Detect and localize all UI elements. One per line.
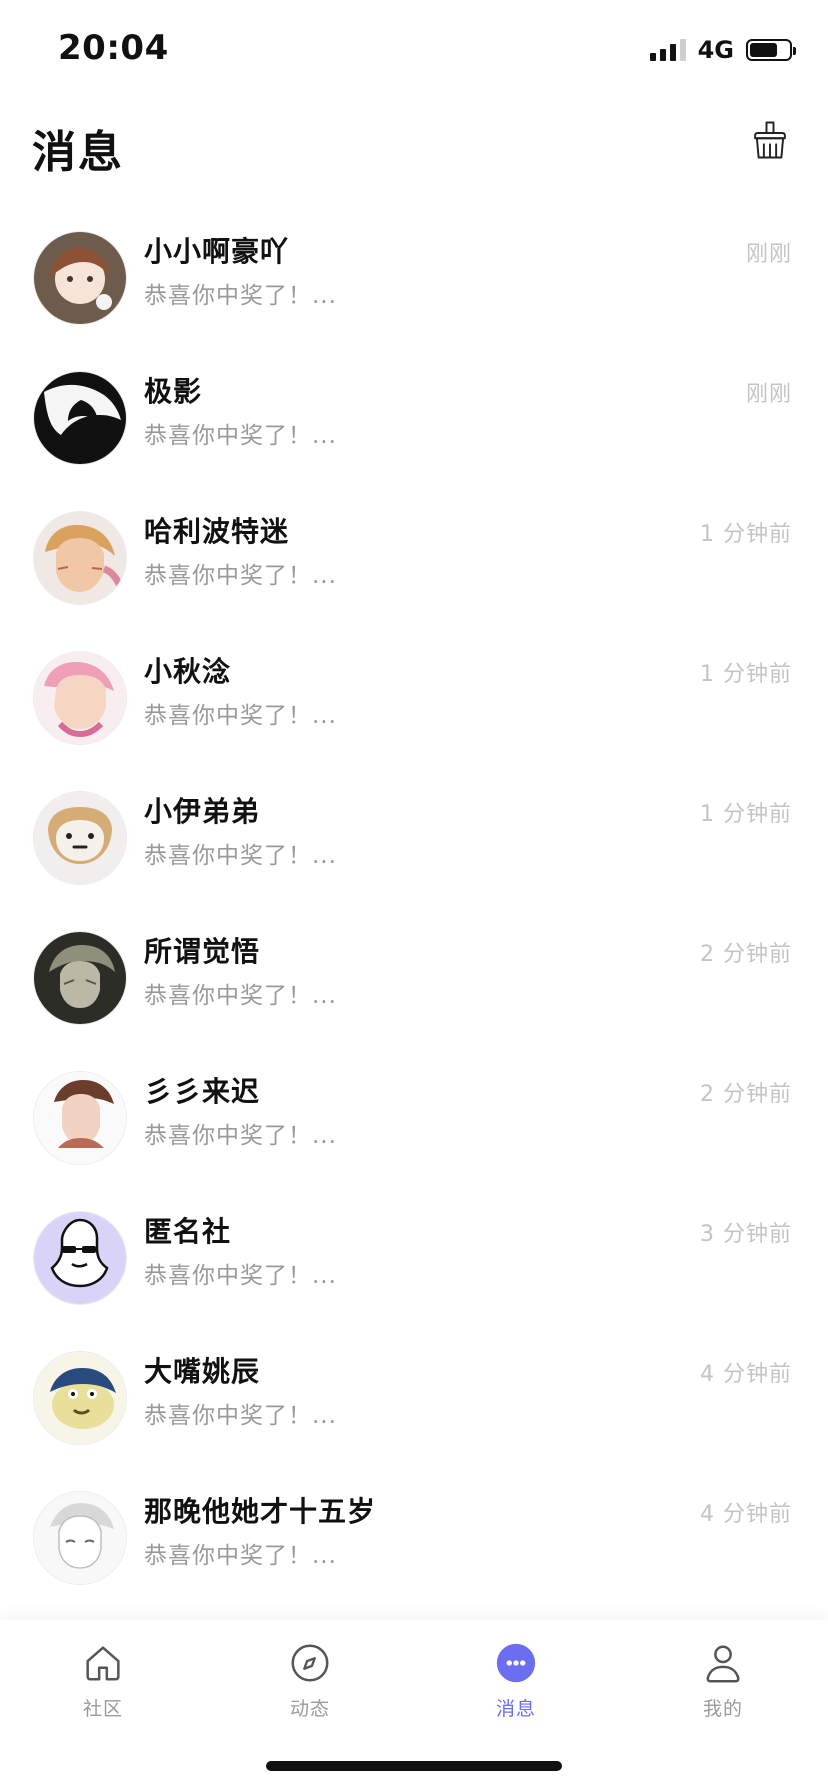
- avatar: [34, 232, 126, 324]
- avatar: [34, 1072, 126, 1164]
- message-name: 匿名社: [144, 1215, 232, 1248]
- tab-label: 社区: [82, 1698, 123, 1720]
- message-name: 彡彡来迟: [144, 1075, 261, 1108]
- status-time: 20:04: [58, 28, 169, 68]
- signal-icon: [649, 39, 686, 61]
- tab-messages[interactable]: 消息: [456, 1640, 576, 1736]
- message-name: 那晚他她才十五岁: [144, 1495, 377, 1528]
- message-preview: 恭喜你中奖了！...: [144, 1403, 337, 1429]
- tab-mine[interactable]: 我的: [663, 1640, 783, 1736]
- profile-icon: [706, 1645, 740, 1683]
- message-item[interactable]: 大嘴姚辰 恭喜你中奖了！... 4 分钟前: [0, 1330, 828, 1470]
- message-item[interactable]: 小秋淰 恭喜你中奖了！... 1 分钟前: [0, 630, 828, 770]
- message-time: 4 分钟前: [700, 1362, 792, 1387]
- message-time: 1 分钟前: [700, 522, 792, 547]
- compass-icon: [291, 1644, 329, 1682]
- status-bar: 20:04 4G: [0, 0, 828, 100]
- message-time: 2 分钟前: [700, 1082, 792, 1107]
- message-preview: 恭喜你中奖了！...: [144, 1543, 337, 1569]
- avatar: [34, 792, 126, 884]
- message-preview: 恭喜你中奖了！...: [144, 983, 337, 1009]
- message-item[interactable]: 小伊弟弟 恭喜你中奖了！... 1 分钟前: [0, 770, 828, 910]
- tab-label: 动态: [289, 1698, 330, 1720]
- avatar: [34, 1212, 126, 1304]
- tab-label: 消息: [495, 1698, 536, 1720]
- avatar: [34, 932, 126, 1024]
- message-preview: 恭喜你中奖了！...: [144, 423, 337, 449]
- status-right: 4G: [649, 36, 796, 64]
- message-preview: 恭喜你中奖了！...: [144, 703, 337, 729]
- message-icon: [496, 1643, 536, 1683]
- message-time: 刚刚: [745, 242, 792, 267]
- message-item[interactable]: 匿名社 恭喜你中奖了！... 3 分钟前: [0, 1190, 828, 1330]
- message-name: 哈利波特迷: [144, 515, 290, 548]
- message-time: 刚刚: [745, 382, 792, 407]
- home-indicator: [266, 1761, 562, 1771]
- message-time: 1 分钟前: [700, 802, 792, 827]
- message-item[interactable]: [0, 1610, 828, 1620]
- message-preview: 恭喜你中奖了！...: [144, 843, 337, 869]
- message-name: 小伊弟弟: [144, 795, 261, 828]
- message-name: 所谓觉悟: [144, 935, 261, 968]
- broom-icon: [754, 121, 786, 159]
- home-icon: [86, 1646, 120, 1681]
- page-title: 消息: [32, 127, 124, 178]
- message-preview: 恭喜你中奖了！...: [144, 1123, 337, 1149]
- message-time: 3 分钟前: [700, 1222, 792, 1247]
- message-time: 1 分钟前: [700, 662, 792, 687]
- message-item[interactable]: 那晚他她才十五岁 恭喜你中奖了！... 4 分钟前: [0, 1470, 828, 1610]
- message-name: 极影: [144, 375, 203, 408]
- network-label: 4G: [697, 36, 734, 64]
- message-item[interactable]: 彡彡来迟 恭喜你中奖了！... 2 分钟前: [0, 1050, 828, 1190]
- message-time: 4 分钟前: [700, 1502, 792, 1527]
- message-name: 小小啊豪吖: [144, 235, 290, 268]
- avatar: [34, 652, 126, 744]
- message-list: 小小啊豪吖 恭喜你中奖了！... 刚刚 极影 恭喜你中奖了！... 刚刚 哈利波…: [0, 210, 828, 1620]
- header: 消息: [0, 100, 828, 210]
- message-item[interactable]: 所谓觉悟 恭喜你中奖了！... 2 分钟前: [0, 910, 828, 1050]
- message-name: 小秋淰: [144, 655, 232, 688]
- avatar: [34, 372, 126, 464]
- message-time: 2 分钟前: [700, 942, 792, 967]
- message-item[interactable]: 小小啊豪吖 恭喜你中奖了！... 刚刚: [0, 210, 828, 350]
- avatar: [34, 512, 126, 604]
- message-item[interactable]: 极影 恭喜你中奖了！... 刚刚: [0, 350, 828, 490]
- message-preview: 恭喜你中奖了！...: [144, 1263, 337, 1289]
- message-name: 大嘴姚辰: [144, 1355, 261, 1388]
- clear-messages-button[interactable]: [746, 116, 794, 164]
- tab-feed[interactable]: 动态: [250, 1640, 370, 1736]
- avatar: [34, 1492, 126, 1584]
- message-item[interactable]: 哈利波特迷 恭喜你中奖了！... 1 分钟前: [0, 490, 828, 630]
- avatar: [34, 1352, 126, 1444]
- tab-label: 我的: [702, 1698, 743, 1720]
- battery-icon: [746, 39, 796, 61]
- message-preview: 恭喜你中奖了！...: [144, 283, 337, 309]
- message-preview: 恭喜你中奖了！...: [144, 563, 337, 589]
- tab-community[interactable]: 社区: [43, 1640, 163, 1736]
